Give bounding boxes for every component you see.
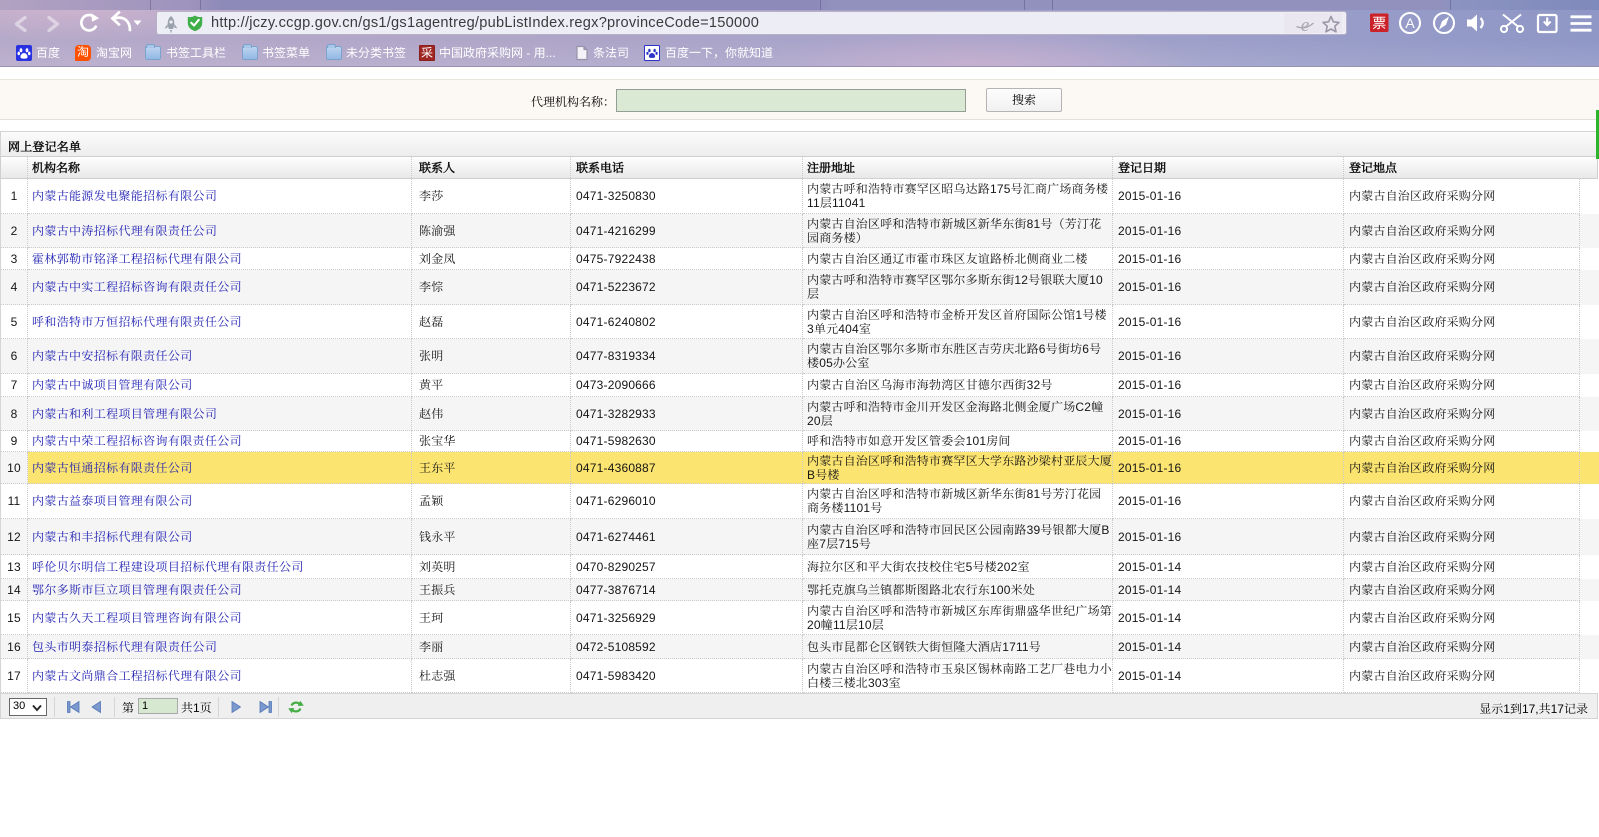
svg-text:e: e [1301, 15, 1309, 36]
svg-text:A: A [1405, 15, 1415, 31]
svg-text:票: 票 [1372, 16, 1386, 32]
